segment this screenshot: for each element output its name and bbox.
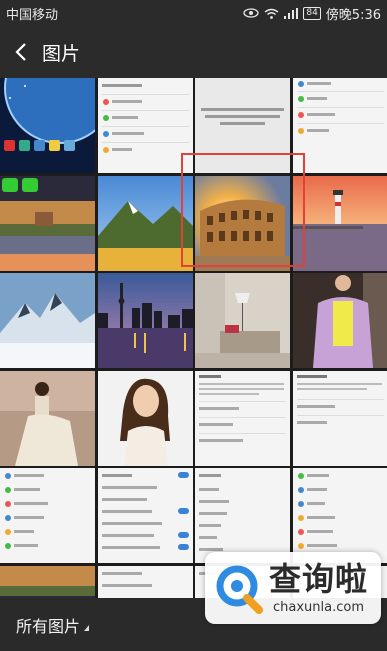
lighthouse-photo[interactable]	[292, 175, 387, 271]
earth-home-screenshot[interactable]	[0, 78, 95, 173]
woman-dress-photo[interactable]	[0, 370, 95, 466]
watermark-brand: 查询啦	[269, 559, 369, 598]
album-selector[interactable]: 所有图片	[16, 613, 90, 637]
snowy-mountain-photo[interactable]	[0, 273, 95, 368]
dropdown-caret-icon	[84, 624, 90, 631]
fashion-dress-photo[interactable]	[292, 273, 387, 368]
status-bar: 中国移动 84 傍晚5:36	[0, 0, 387, 26]
settings-screenshot[interactable]	[292, 468, 387, 563]
city-skyline-photo[interactable]	[97, 273, 193, 368]
status-icons: 84 傍晚5:36	[243, 4, 381, 23]
battery-icon: 84	[303, 6, 321, 20]
settings-screenshot[interactable]	[292, 78, 387, 173]
search-logo-icon	[216, 565, 263, 614]
mountain-lake-photo[interactable]	[97, 175, 193, 271]
chevron-left-icon[interactable]	[10, 40, 34, 64]
settings-screenshot[interactable]	[97, 468, 193, 563]
wifi-icon	[264, 8, 279, 19]
carrier-label: 中国移动	[6, 7, 59, 23]
home-screen-screenshot[interactable]	[0, 565, 95, 598]
page-title: 图片	[42, 42, 81, 65]
album-label: 所有图片	[16, 616, 81, 636]
clock: 傍晚5:36	[325, 7, 381, 23]
settings-screenshot[interactable]	[97, 78, 193, 173]
settings-screenshot[interactable]	[195, 468, 290, 563]
colosseum-photo[interactable]	[195, 175, 290, 271]
watermark-logo: 查询啦 chaxunla.com	[205, 552, 381, 624]
settings-screenshot[interactable]	[195, 78, 290, 173]
title-bar: 图片	[0, 26, 387, 78]
watermark-domain: chaxunla.com	[273, 599, 364, 615]
photo-grid	[0, 78, 387, 598]
wechat-home-screenshot[interactable]	[0, 175, 95, 271]
living-room-photo[interactable]	[195, 273, 290, 368]
woman-portrait-photo[interactable]	[97, 370, 193, 466]
settings-screenshot[interactable]	[0, 468, 95, 563]
eye-icon	[243, 8, 259, 18]
settings-screenshot[interactable]	[97, 565, 193, 598]
settings-screenshot[interactable]	[292, 370, 387, 466]
watermark-text: 查询啦 chaxunla.com	[269, 563, 368, 614]
settings-screenshot[interactable]	[195, 370, 290, 466]
signal-icon	[284, 7, 299, 19]
